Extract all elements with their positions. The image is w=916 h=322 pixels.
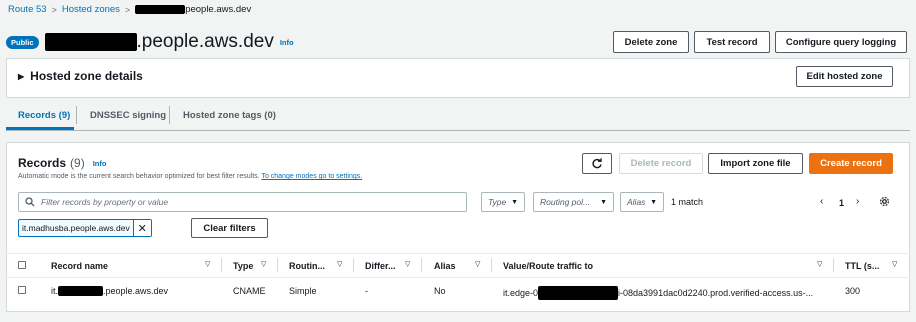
column-divider[interactable] [277, 258, 278, 272]
column-header-value[interactable]: Value/Route traffic to [503, 261, 593, 271]
page-number[interactable]: 1 [839, 198, 844, 208]
routing-policy-filter-select[interactable]: Routing pol... ▼ [533, 192, 614, 212]
tab-records[interactable]: Records (9) [18, 110, 70, 121]
cell-record-name: it. .people.aws.dev [51, 286, 169, 296]
filter-icon[interactable]: ▽ [337, 260, 342, 268]
filter-icon[interactable]: ▽ [817, 260, 822, 268]
settings-link[interactable]: To change modes go to settings. [261, 173, 362, 180]
create-record-button[interactable]: Create record [809, 153, 893, 174]
redaction [44, 33, 137, 51]
cell-routing: Simple [289, 286, 317, 296]
column-divider[interactable] [833, 258, 834, 272]
filter-icon[interactable]: ▽ [261, 260, 266, 268]
caret-down-icon: ▼ [650, 198, 657, 206]
caret-down-icon: ▼ [600, 198, 607, 206]
column-divider[interactable] [353, 258, 354, 272]
info-link[interactable]: Info [280, 38, 294, 47]
settings-icon[interactable] [879, 196, 890, 210]
chevron-left-icon[interactable]: ‹ [820, 196, 823, 207]
edit-hosted-zone-button[interactable]: Edit hosted zone [796, 66, 893, 87]
cell-type: CNAME [233, 286, 266, 296]
import-zone-file-button[interactable]: Import zone file [708, 153, 803, 174]
tab-divider [76, 106, 77, 124]
caret-down-icon: ▼ [511, 198, 518, 206]
row-checkbox[interactable] [18, 286, 26, 294]
filter-icon[interactable]: ▽ [892, 260, 897, 268]
redaction [538, 286, 619, 300]
tab-hosted-zone-tags[interactable]: Hosted zone tags (0) [183, 110, 276, 121]
delete-zone-button[interactable]: Delete zone [613, 31, 689, 53]
breadcrumb: Route 53 > Hosted zones > people.aws.dev [8, 4, 251, 15]
redaction [135, 5, 186, 14]
breadcrumb-hosted-zones[interactable]: Hosted zones [62, 4, 120, 15]
filter-token: it.madhusba.people.aws.dev ✕ [18, 219, 152, 237]
active-tab-indicator [6, 127, 74, 130]
column-header-routing[interactable]: Routin... [289, 261, 325, 271]
clear-filters-button[interactable]: Clear filters [191, 218, 268, 238]
tab-dnssec-signing[interactable]: DNSSEC signing [90, 110, 166, 121]
cell-ttl: 300 [845, 286, 861, 296]
chevron-right-icon[interactable]: › [856, 196, 859, 207]
table-header-border [6, 277, 910, 278]
table-top-border [6, 253, 910, 254]
alias-filter-select[interactable]: Alias ▼ [620, 192, 664, 212]
match-count: 1 match [671, 197, 704, 207]
cell-differentiator: - [365, 286, 368, 296]
visibility-badge: Public [6, 35, 39, 49]
filter-icon[interactable]: ▽ [475, 260, 480, 268]
column-divider[interactable] [221, 258, 222, 272]
column-header-record-name[interactable]: Record name [51, 261, 108, 271]
test-record-button[interactable]: Test record [694, 31, 770, 53]
column-header-differentiator[interactable]: Differ... [365, 261, 396, 271]
type-filter-select[interactable]: Type ▼ [481, 192, 525, 212]
filter-icon[interactable]: ▽ [205, 260, 210, 268]
chevron-right-icon: > [124, 4, 131, 15]
column-header-ttl[interactable]: TTL (s... [845, 261, 879, 271]
close-icon[interactable]: ✕ [132, 220, 151, 236]
cell-alias: No [434, 286, 446, 296]
filter-records-input[interactable]: Filter records by property or value [18, 192, 467, 212]
column-divider[interactable] [491, 258, 492, 272]
tab-divider [169, 106, 170, 124]
search-icon [25, 197, 35, 207]
select-all-checkbox[interactable] [18, 261, 26, 269]
redaction [58, 286, 104, 296]
page-title: .people.aws.dev [44, 31, 274, 53]
search-mode-description: Automatic mode is the current search beh… [18, 173, 363, 180]
breadcrumb-current: people.aws.dev [135, 4, 251, 15]
page-header: Public .people.aws.dev Info [6, 31, 294, 53]
column-header-alias[interactable]: Alias [434, 261, 456, 271]
column-divider[interactable] [421, 258, 422, 272]
records-heading: Records (9) Info [18, 156, 107, 170]
breadcrumb-route53[interactable]: Route 53 [8, 4, 47, 15]
chevron-right-icon: > [51, 4, 57, 15]
delete-record-button[interactable]: Delete record [619, 153, 703, 174]
column-header-type[interactable]: Type [233, 261, 253, 271]
info-link[interactable]: Info [93, 159, 107, 168]
refresh-button[interactable] [582, 153, 612, 174]
hosted-zone-details-toggle[interactable]: ▶ Hosted zone details [18, 69, 143, 83]
configure-query-logging-button[interactable]: Configure query logging [775, 31, 907, 53]
cell-value: it.edge-0 i-08da3991dac0d2240.prod.verif… [503, 286, 814, 300]
refresh-icon [592, 157, 602, 168]
caret-right-icon: ▶ [18, 71, 25, 81]
filter-icon[interactable]: ▽ [405, 260, 410, 268]
